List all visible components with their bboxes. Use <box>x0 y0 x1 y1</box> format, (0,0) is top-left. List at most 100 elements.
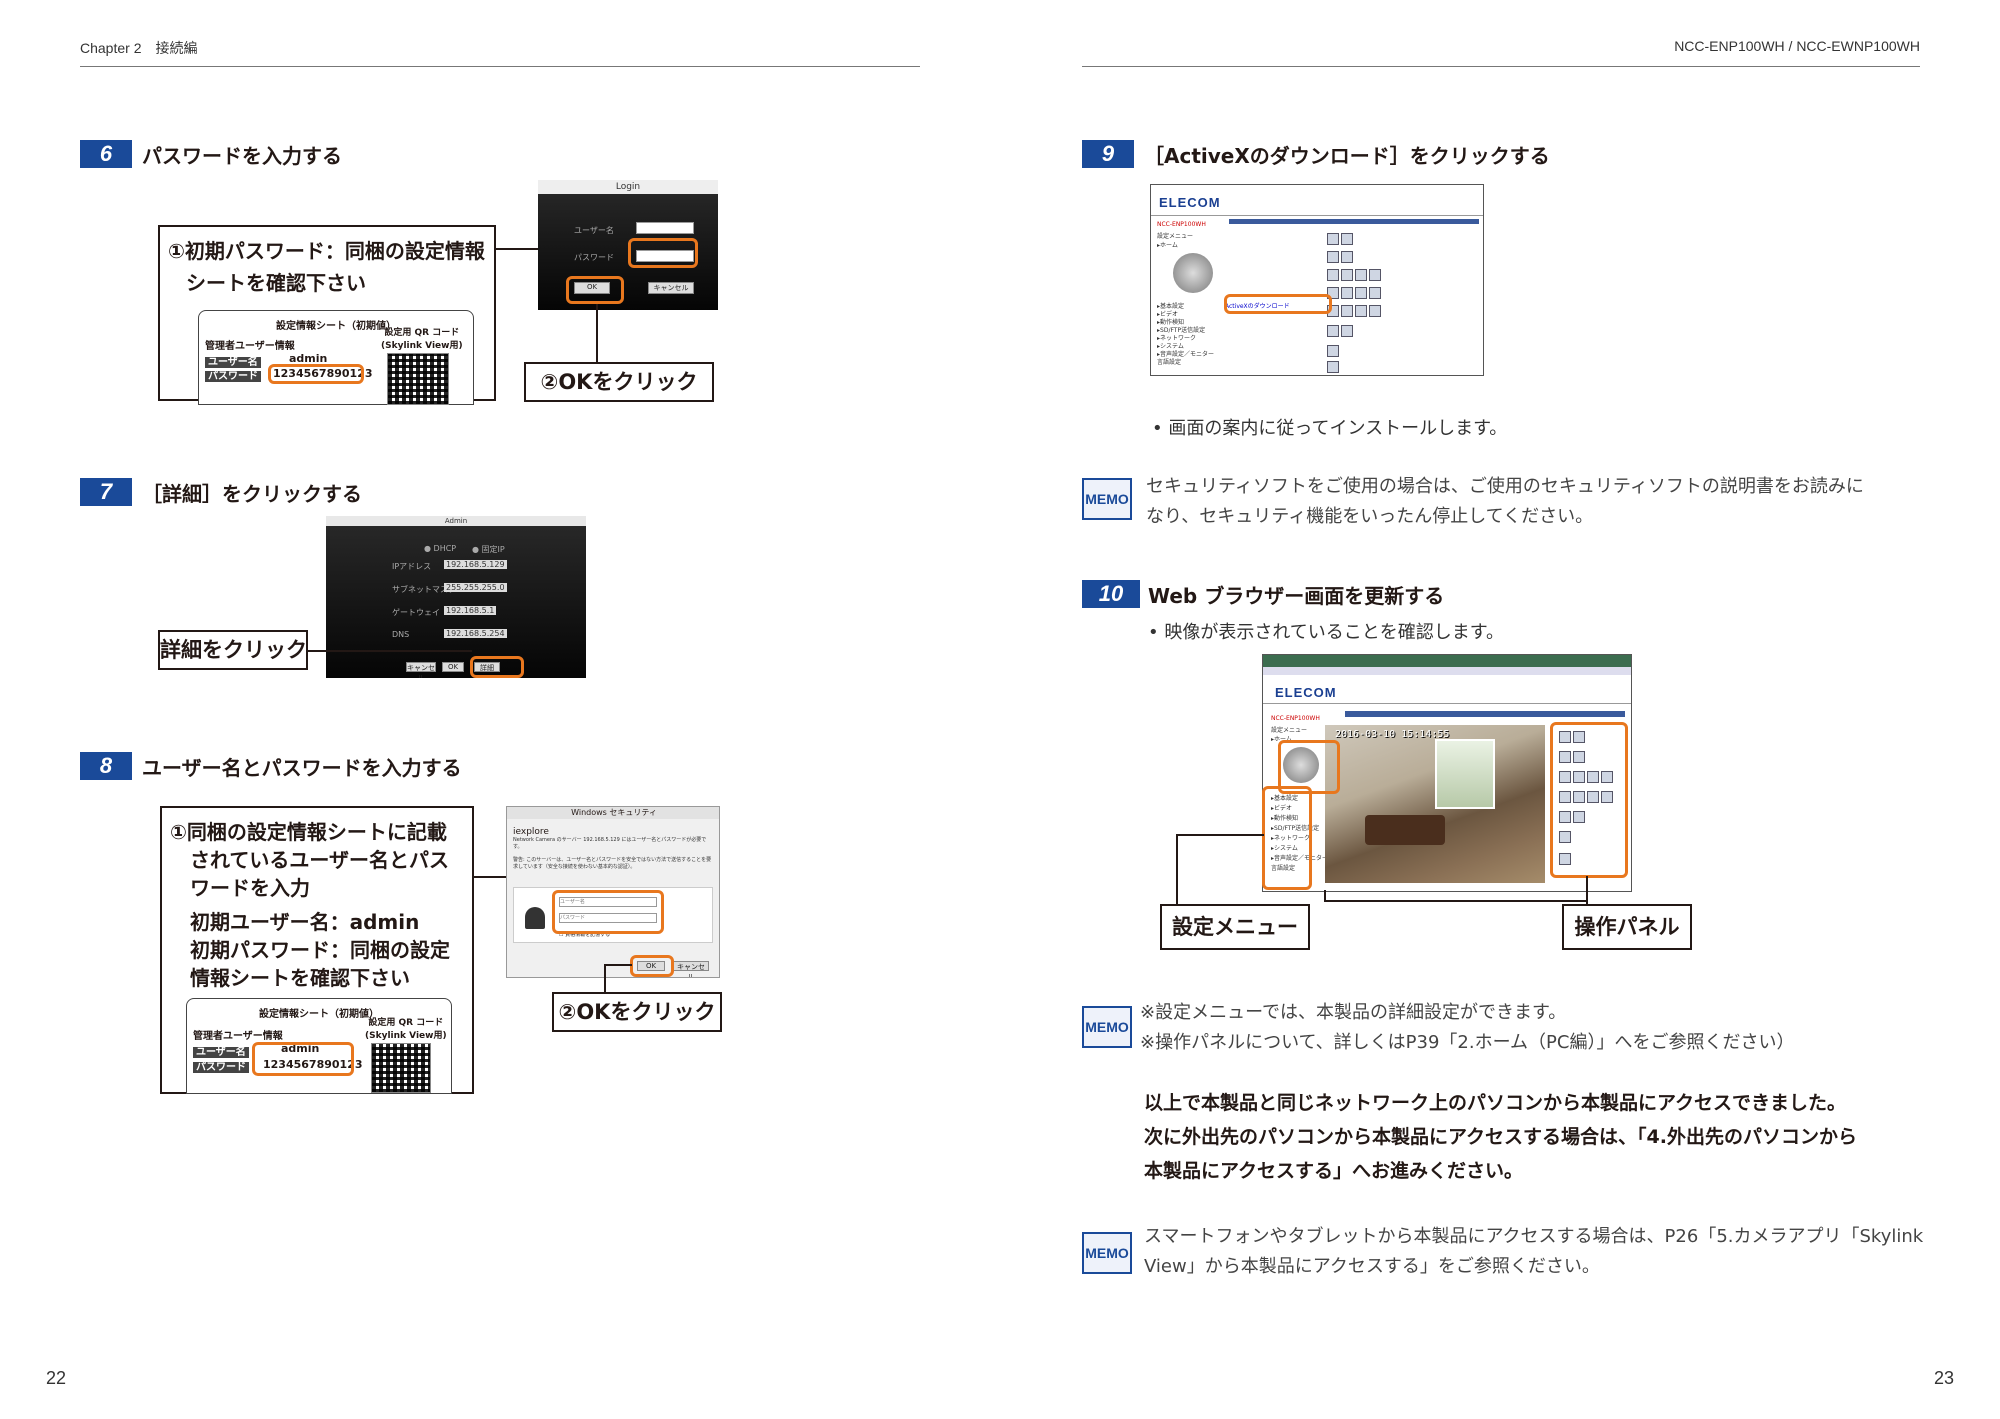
window-in-view <box>1435 739 1495 809</box>
step-number-8: 8 <box>80 752 132 780</box>
sheet-pass-label: パスワード <box>205 371 261 382</box>
callout-line: シートを確認下さい <box>186 271 366 295</box>
dhcp-radio[interactable]: ● DHCP <box>424 544 456 553</box>
leader-line <box>596 304 598 366</box>
ptz-control[interactable] <box>1173 253 1213 293</box>
callout-line: 初期パスワード：同梱の設定 <box>190 938 450 962</box>
activex-screenshot: ELECOM NCC-ENP100WH 設定メニュー ▸ホーム ▸基本設定 ▸ビ… <box>1150 184 1484 376</box>
panel-icon[interactable] <box>1341 325 1353 337</box>
login-cancel-button[interactable]: キャンセル <box>648 282 694 294</box>
highlight-control-panel <box>1550 722 1628 878</box>
panel-icon[interactable] <box>1327 361 1339 373</box>
page-number-left: 22 <box>46 1368 67 1388</box>
winsec-app: iexplore <box>513 827 549 837</box>
sheet-admin-label: 管理者ユーザー情報 <box>193 1031 283 1042</box>
menu-home[interactable]: ▸ホーム <box>1157 240 1178 249</box>
home-bar <box>1345 711 1625 717</box>
panel-icon[interactable] <box>1355 269 1367 281</box>
winsec-msg1: Network Camera のサーバー 192.168.5.129 にはユーザ… <box>513 837 707 850</box>
panel-icon[interactable] <box>1327 325 1339 337</box>
login-user-label: ユーザー名 <box>574 226 614 235</box>
panel-icon[interactable] <box>1327 269 1339 281</box>
summary-line: 次に外出先のパソコンから本製品にアクセスする場合は、「4.外出先のパソコンから <box>1144 1126 1857 1148</box>
step-title-8: ユーザー名とパスワードを入力する <box>142 756 462 780</box>
admin-cancel-button[interactable]: キャンセル <box>406 662 436 678</box>
leader-line <box>604 964 606 994</box>
highlight-credentials <box>252 1042 354 1076</box>
panel-icon[interactable] <box>1327 345 1339 357</box>
menu-item[interactable]: 言語設定 <box>1157 357 1181 366</box>
detail-callout: 詳細をクリック <box>158 630 308 670</box>
model-label: NCC-ENP100WH <box>1157 221 1206 228</box>
password-callout: ①初期パスワード：同梱の設定情報 シートを確認下さい 設定情報シート（初期値） … <box>158 225 496 405</box>
subnet-field[interactable]: 255.255.255.0 <box>444 583 507 592</box>
ip-field[interactable]: 192.168.5.129 <box>444 560 507 569</box>
login-pass-label: パスワード <box>574 253 614 262</box>
gateway-field[interactable]: 192.168.5.1 <box>444 606 497 615</box>
model-label: NCC-ENP100WH <box>1271 715 1320 722</box>
highlight-detail <box>470 656 524 678</box>
chapter-header: Chapter 2 接続編 <box>80 40 198 56</box>
login-user-field[interactable] <box>636 222 694 234</box>
panel-icon[interactable] <box>1369 287 1381 299</box>
step-title-10: Web ブラウザー画面を更新する <box>1148 584 1445 608</box>
panel-icon[interactable] <box>1327 233 1339 245</box>
camera-live-view: 2016-03-10 15:14:55 <box>1325 725 1545 883</box>
highlight-password <box>268 364 364 384</box>
ok-callout: ②OKをクリック <box>524 362 714 402</box>
callout-line: 初期ユーザー名：admin <box>190 910 420 934</box>
step9-note: • 画面の案内に従ってインストールします。 <box>1152 418 1508 439</box>
panel-icon[interactable] <box>1341 305 1353 317</box>
memo-badge: MEMO <box>1082 1232 1132 1274</box>
settings-menu-callout: 設定メニュー <box>1160 904 1310 950</box>
fixed-ip-radio[interactable]: ● 固定IP <box>472 544 505 555</box>
qr-code <box>371 1043 431 1093</box>
memo1-text: セキュリティソフトをご使用の場合は、ご使用のセキュリティソフトの説明書をお読みに… <box>1146 476 1864 527</box>
panel-icon[interactable] <box>1341 233 1353 245</box>
highlight-winsec-ok <box>630 955 674 977</box>
model-header: NCC-ENP100WH / NCC-EWNP100WH <box>1674 38 1920 54</box>
panel-icon[interactable] <box>1341 251 1353 263</box>
step-number-10: 10 <box>1082 580 1140 608</box>
gateway-label: ゲートウェイ <box>392 608 440 617</box>
header-rule-right <box>1082 66 1920 67</box>
camera-timestamp: 2016-03-10 15:14:55 <box>1335 729 1450 740</box>
elecom-logo: ELECOM <box>1275 685 1337 700</box>
elecom-logo: ELECOM <box>1159 195 1221 210</box>
summary-line: 本製品にアクセスする」へお進みください。 <box>1144 1160 1524 1182</box>
highlight-settings-menu <box>1262 786 1312 890</box>
memo-badge: MEMO <box>1082 478 1132 520</box>
panel-icon[interactable] <box>1355 287 1367 299</box>
panel-icon[interactable] <box>1369 269 1381 281</box>
winsec-cancel-button[interactable]: キャンセル <box>673 961 709 977</box>
panel-icon[interactable] <box>1327 251 1339 263</box>
home-bar <box>1229 219 1479 224</box>
memo-badge: MEMO <box>1082 1006 1132 1048</box>
panel-icon[interactable] <box>1341 287 1353 299</box>
memo3-text: スマートフォンやタブレットから本製品にアクセスする場合は、P26「5.カメラアプ… <box>1144 1226 1924 1277</box>
winsec-ok-callout: ②OKをクリック <box>552 992 722 1032</box>
step-number-9: 9 <box>1082 140 1134 168</box>
dns-field[interactable]: 192.168.5.254 <box>444 629 507 638</box>
step-title-9: ［ActiveXのダウンロード］をクリックする <box>1144 144 1550 168</box>
browser-menubar <box>1263 667 1631 675</box>
leader-line <box>604 964 632 966</box>
panel-icon[interactable] <box>1369 305 1381 317</box>
sheet-admin-label: 管理者ユーザー情報 <box>205 341 295 352</box>
highlight-activex <box>1224 294 1332 314</box>
step-number-7: 7 <box>80 478 132 506</box>
panel-icon[interactable] <box>1355 305 1367 317</box>
admin-dialog-title: Admin <box>326 516 586 526</box>
credentials-callout: ①同梱の設定情報シートに記載 されているユーザー名とパス ワードを入力 初期ユー… <box>160 806 474 1094</box>
panel-icon[interactable] <box>1341 269 1353 281</box>
admin-ok-button[interactable]: OK <box>442 662 464 672</box>
header-rule-left <box>80 66 920 67</box>
callout-line: されているユーザー名とパス <box>190 848 449 872</box>
user-avatar-icon <box>525 907 545 929</box>
leader-line <box>1176 834 1264 836</box>
login-dialog-title: Login <box>538 180 718 194</box>
step10-note: • 映像が表示されていることを確認します。 <box>1148 622 1504 643</box>
callout-line: ①同梱の設定情報シートに記載 <box>170 820 447 844</box>
sofa-in-view <box>1365 815 1445 845</box>
leader-line <box>1324 900 1588 902</box>
